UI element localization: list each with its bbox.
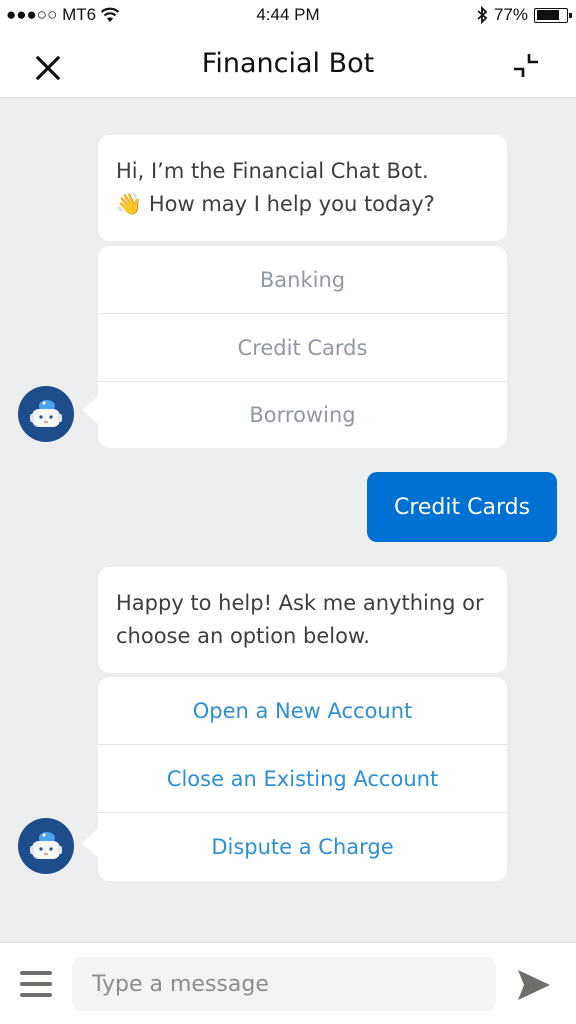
- send-icon: [518, 970, 550, 1000]
- quick-replies-menu: Banking Credit Cards Borrowing: [82, 246, 507, 448]
- message-input[interactable]: [72, 957, 496, 1011]
- chat-title: Financial Bot: [201, 48, 375, 79]
- bluetooth-icon: [477, 6, 488, 24]
- minimize-icon: [514, 54, 538, 77]
- option-banking[interactable]: Banking: [98, 246, 507, 314]
- bot-avatar: [18, 818, 74, 874]
- bot-message-line: Hi, I’m the Financial Chat Bot.: [116, 159, 429, 183]
- send-button[interactable]: [516, 967, 552, 1003]
- chat-header: Financial Bot: [0, 32, 576, 98]
- user-message: Credit Cards: [367, 472, 557, 542]
- option-open-new-account[interactable]: Open a New Account: [98, 677, 507, 745]
- message-composer: [0, 942, 576, 1024]
- menu-icon-bar: [20, 982, 52, 986]
- quick-replies-menu: Open a New Account Close an Existing Acc…: [82, 677, 507, 881]
- bot-message-line: 👋 How may I help you today?: [116, 188, 489, 221]
- option-borrowing[interactable]: Borrowing: [98, 382, 507, 448]
- bot-message: Hi, I’m the Financial Chat Bot. 👋 How ma…: [98, 135, 507, 241]
- battery-icon: [534, 7, 572, 23]
- bubble-tail: [82, 827, 100, 859]
- option-dispute-charge[interactable]: Dispute a Charge: [98, 813, 507, 881]
- menu-icon-bar: [20, 971, 52, 975]
- bot-avatar: [18, 386, 74, 442]
- bubble-tail: [82, 394, 100, 426]
- menu-button[interactable]: [20, 971, 52, 999]
- waving-hand-emoji: 👋: [116, 192, 143, 216]
- battery-percent: 77%: [493, 5, 528, 24]
- robot-icon: [30, 400, 62, 427]
- bot-message: Happy to help! Ask me anything or choose…: [98, 567, 507, 673]
- status-right: 77%: [476, 5, 572, 25]
- menu-icon-bar: [20, 993, 52, 997]
- battery-level: [536, 10, 559, 20]
- status-bar: ●●●○○ MT6 4:44 PM 77%: [0, 0, 576, 32]
- option-credit-cards[interactable]: Credit Cards: [98, 314, 507, 382]
- minimize-button[interactable]: [506, 48, 546, 84]
- option-close-existing-account[interactable]: Close an Existing Account: [98, 745, 507, 813]
- robot-icon: [30, 832, 62, 859]
- bot-message-text: How may I help you today?: [142, 192, 435, 216]
